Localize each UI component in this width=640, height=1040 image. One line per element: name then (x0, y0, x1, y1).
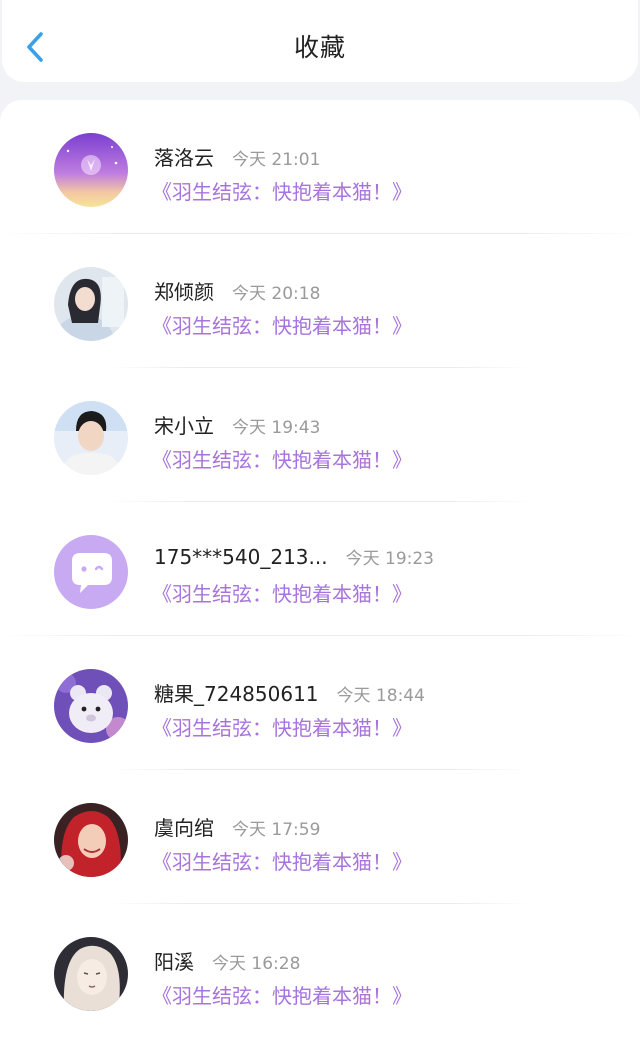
name-row: 虞向绾 今天 17:59 (154, 812, 321, 840)
avatar[interactable] (54, 535, 128, 609)
name-row: 糖果_724850611 今天 18:44 (154, 678, 425, 706)
user-name: 郑倾颜 (154, 280, 214, 304)
name-row: 宋小立 今天 19:43 (154, 410, 321, 438)
timestamp: 今天 16:28 (212, 954, 301, 974)
list-item[interactable]: 虞向绾 今天 17:59 《羽生结弦：快抱着本猫！》 (0, 770, 640, 904)
name-row: 175***540_213... 今天 19:23 (154, 544, 434, 570)
list-item[interactable]: 175***540_213... 今天 19:23 《羽生结弦：快抱着本猫！》 (0, 502, 640, 636)
avatar[interactable] (54, 937, 128, 1011)
name-row: 阳溪 今天 16:28 (154, 946, 301, 974)
avatar[interactable] (54, 133, 128, 207)
timestamp: 今天 19:43 (232, 418, 321, 438)
user-name: 落洛云 (154, 146, 214, 170)
work-title-link[interactable]: 《羽生结弦：快抱着本猫！》 (152, 176, 412, 205)
work-title-link[interactable]: 《羽生结弦：快抱着本猫！》 (152, 846, 412, 875)
anime-girl-avatar-icon (54, 937, 128, 1011)
favorites-list: 落洛云 今天 21:01 《羽生结弦：快抱着本猫！》 郑倾颜 今天 20:18 《羽… (0, 100, 640, 1040)
timestamp: 今天 17:59 (232, 820, 321, 840)
girl-photo-avatar-icon (54, 267, 128, 341)
avatar[interactable] (54, 267, 128, 341)
user-name: 糖果_724850611 (154, 682, 319, 706)
top-bar: 收藏 (2, 0, 638, 82)
timestamp: 今天 19:23 (345, 549, 434, 569)
teddy-bear-avatar-icon (54, 669, 128, 743)
list-item[interactable]: 宋小立 今天 19:43 《羽生结弦：快抱着本猫！》 (0, 368, 640, 502)
user-name: 阳溪 (154, 950, 194, 974)
work-title-link[interactable]: 《羽生结弦：快抱着本猫！》 (152, 310, 412, 339)
list-item[interactable]: 落洛云 今天 21:01 《羽生结弦：快抱着本猫！》 (0, 100, 640, 234)
avatar[interactable] (54, 669, 128, 743)
list-item[interactable]: 阳溪 今天 16:28 《羽生结弦：快抱着本猫！》 (0, 904, 640, 1038)
list-item[interactable]: 糖果_724850611 今天 18:44 《羽生结弦：快抱着本猫！》 (0, 636, 640, 770)
default-chat-avatar-icon (54, 535, 128, 609)
name-row: 郑倾颜 今天 20:18 (154, 276, 321, 304)
purple-sky-avatar-icon (54, 133, 128, 207)
red-hair-girl-avatar-icon (54, 803, 128, 877)
user-name: 宋小立 (154, 414, 214, 438)
avatar[interactable] (54, 401, 128, 475)
work-title-link[interactable]: 《羽生结弦：快抱着本猫！》 (152, 712, 412, 741)
work-title-link[interactable]: 《羽生结弦：快抱着本猫！》 (152, 980, 412, 1009)
boy-photo-avatar-icon (54, 401, 128, 475)
timestamp: 今天 18:44 (336, 686, 425, 706)
timestamp: 今天 21:01 (232, 150, 321, 170)
name-row: 落洛云 今天 21:01 (154, 142, 321, 170)
page-title: 收藏 (293, 33, 346, 62)
list-item[interactable]: 郑倾颜 今天 20:18 《羽生结弦：快抱着本猫！》 (0, 234, 640, 368)
timestamp: 今天 20:18 (232, 284, 321, 304)
work-title-link[interactable]: 《羽生结弦：快抱着本猫！》 (152, 578, 412, 607)
user-name: 虞向绾 (154, 816, 214, 840)
user-name: 175***540_213... (154, 545, 328, 569)
work-title-link[interactable]: 《羽生结弦：快抱着本猫！》 (152, 444, 412, 473)
avatar[interactable] (54, 803, 128, 877)
